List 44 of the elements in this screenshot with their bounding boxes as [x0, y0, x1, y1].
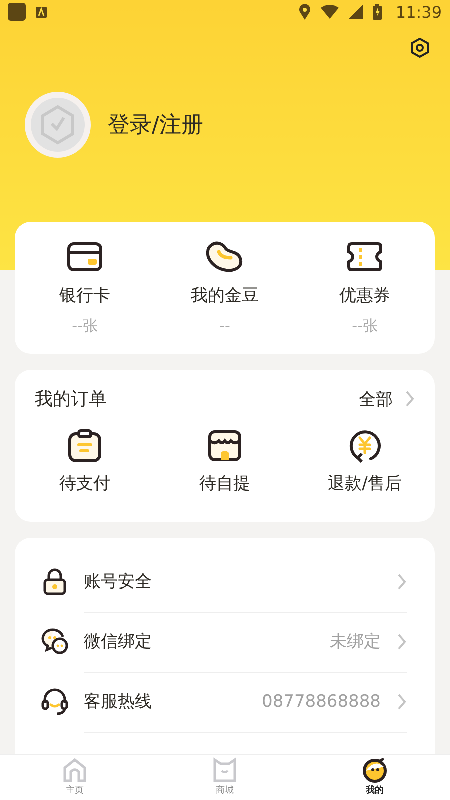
chat-icon [41, 628, 69, 656]
menu-value: 未绑定 [330, 631, 381, 653]
menu-item[interactable]: 账号安全 [84, 570, 397, 593]
smiley-icon [362, 757, 388, 783]
keyboard-icon [36, 6, 47, 18]
asset-count: --张 [72, 317, 98, 336]
tab[interactable]: 主页 [0, 755, 150, 800]
signal-icon [348, 5, 363, 19]
all-orders-link[interactable]: 全部 [359, 388, 415, 410]
asset-count: -- [220, 317, 230, 335]
order-status-label[interactable]: 待支付 [60, 472, 110, 495]
tab[interactable]: 我的 [300, 755, 450, 800]
ticket-icon [347, 242, 383, 272]
shop-icon [207, 429, 243, 463]
battery-icon [372, 4, 382, 20]
chevron-icon [397, 692, 407, 710]
asset-label[interactable]: 银行卡 [60, 284, 110, 307]
login-link[interactable]: 登录/注册 [108, 110, 204, 140]
menu-item[interactable]: 客服热线 [84, 690, 262, 713]
tab[interactable]: 商城 [150, 755, 300, 800]
chevron-icon [397, 572, 407, 590]
home-icon [62, 757, 88, 783]
shopping-bag-icon [212, 757, 238, 783]
menu-item[interactable]: 微信绑定 [84, 630, 330, 653]
lock-icon [43, 568, 67, 596]
refund-icon [347, 429, 383, 463]
menu-value: 08778868888 [262, 692, 381, 712]
bean-icon [206, 241, 244, 273]
chevron-icon [405, 390, 415, 408]
clock-time: 11:39 [396, 2, 442, 22]
order-status-label[interactable]: 待自提 [200, 472, 250, 495]
section-title: 我的订单 [35, 388, 108, 411]
app-icon [8, 3, 26, 21]
location-icon [298, 4, 311, 20]
wifi-icon [320, 5, 339, 19]
order-status-label[interactable]: 退款/售后 [328, 472, 402, 495]
asset-count: --张 [352, 317, 378, 336]
asset-label[interactable]: 优惠券 [340, 284, 390, 307]
settings-icon[interactable] [410, 38, 430, 58]
chevron-icon [397, 632, 407, 650]
asset-label[interactable]: 我的金豆 [191, 284, 259, 307]
clipboard-icon [68, 429, 102, 463]
card-icon [67, 242, 103, 272]
headset-icon [41, 688, 69, 716]
